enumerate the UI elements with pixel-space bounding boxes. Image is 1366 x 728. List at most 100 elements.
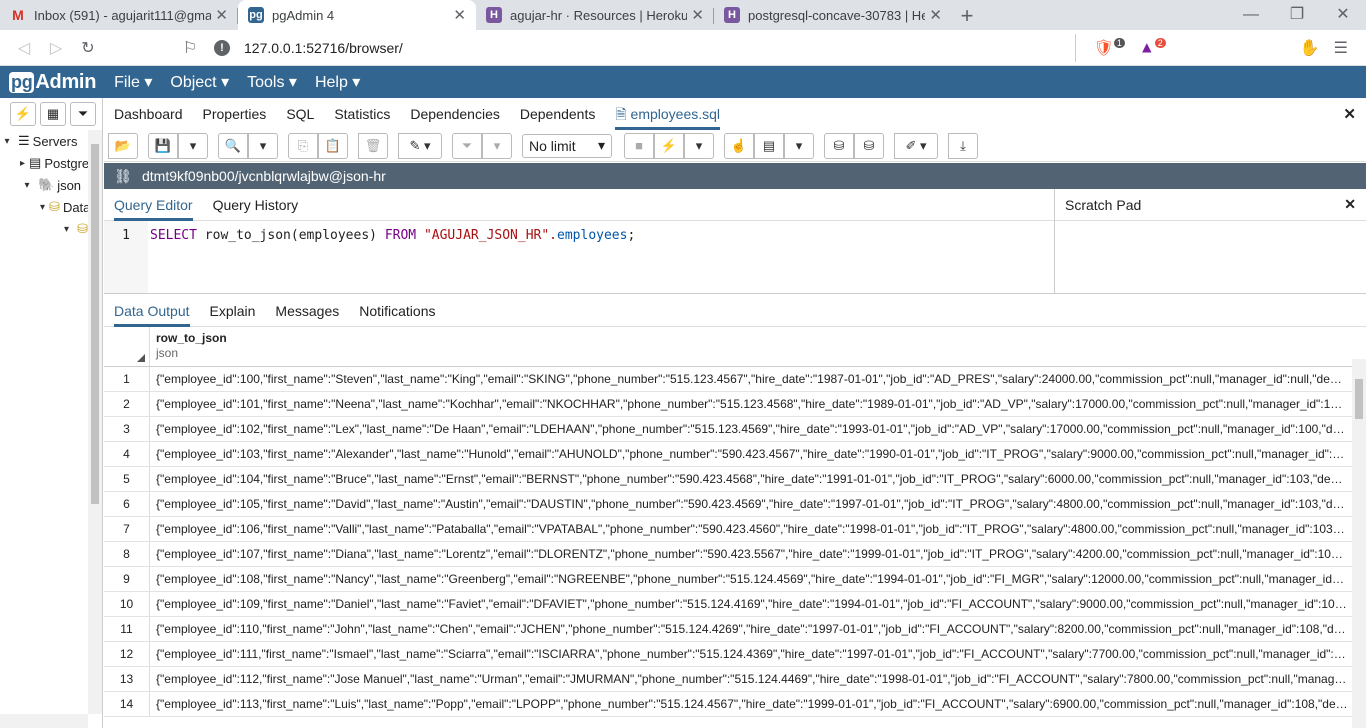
bookmark-icon[interactable]: ⚐ [174,38,206,58]
row-number[interactable]: 2 [104,392,150,416]
select-all-cell[interactable] [104,327,150,366]
tab-properties[interactable]: Properties [203,98,267,130]
info-icon[interactable]: ! [214,39,230,56]
tab-statistics[interactable]: Statistics [334,98,390,130]
find-dropdown-icon[interactable]: ▾ [248,132,278,159]
stop-icon[interactable]: ■ [624,132,654,159]
row-number[interactable]: 11 [104,617,150,641]
table-row[interactable]: 13 {"employee_id":112,"first_name":"Jose … [104,667,1358,692]
close-window-icon[interactable]: ✕ [1320,0,1366,30]
browser-tab-pgadmin[interactable]: pg pgAdmin 4 ✕ [238,0,476,30]
row-number[interactable]: 9 [104,567,150,591]
json-cell[interactable]: {"employee_id":105,"first_name":"David",… [150,492,1358,516]
chevron-down-icon[interactable]: ▾ [0,136,14,147]
tree-item-postgresql[interactable]: ▸ ▤ PostgreSQL [0,152,88,174]
connection-status-icon[interactable]: ⛓ [104,168,142,185]
tree-item-databases[interactable]: ▾ ⛁ Databases [0,196,88,218]
back-icon[interactable]: ◁ [8,38,40,58]
tab-data-output[interactable]: Data Output [114,295,190,327]
tree-horizontal-scrollbar[interactable] [0,714,88,728]
table-row[interactable]: 12 {"employee_id":111,"first_name":"Ismae… [104,642,1358,667]
explain-dropdown-icon[interactable]: ▾ [784,132,814,159]
tab-messages[interactable]: Messages [275,295,339,327]
query-tool-icon[interactable]: ⚡ [10,102,36,126]
url-field[interactable]: ! 127.0.0.1:52716/browser/ [214,33,1076,62]
json-cell[interactable]: {"employee_id":111,"first_name":"Ismael"… [150,642,1358,666]
table-row[interactable]: 4 {"employee_id":103,"first_name":"Alexan… [104,442,1358,467]
close-tab-icon[interactable]: ✕ [691,6,704,24]
tree-item-servers[interactable]: ▾ ☰ Servers [0,130,88,152]
filter-icon[interactable]: ⏷ [452,132,482,159]
tab-dashboard[interactable]: Dashboard [114,98,183,130]
clear-icon[interactable]: ✐ ▾ [894,132,938,159]
close-tab-icon[interactable]: ✕ [929,6,942,24]
brave-shield-icon[interactable]: 🛡 1 [1094,38,1125,58]
paste-icon[interactable]: 📋 [318,132,348,159]
tab-explain[interactable]: Explain [210,295,256,327]
tab-employees-sql[interactable]: 🗎 employees.sql [615,98,721,130]
row-number[interactable]: 6 [104,492,150,516]
filter-icon[interactable]: ⏷ [70,102,96,126]
table-row[interactable]: 1 {"employee_id":100,"first_name":"Steven… [104,367,1358,392]
table-row[interactable]: 10 {"employee_id":109,"first_name":"Danie… [104,592,1358,617]
close-tab-icon[interactable]: ✕ [215,6,228,24]
tree-vertical-scrollbar[interactable] [88,130,102,714]
delete-icon[interactable]: 🗑 [358,132,388,159]
table-row[interactable]: 11 {"employee_id":110,"first_name":"John"… [104,617,1358,642]
row-number[interactable]: 1 [104,367,150,391]
connection-string[interactable]: dtmt9kf09nb00/jvcnblqrwlajbw@json-hr [142,168,386,184]
tree-item-database[interactable]: ▾ ⛁ [0,218,88,240]
table-row[interactable]: 9 {"employee_id":108,"first_name":"Nancy"… [104,567,1358,592]
save-dropdown-icon[interactable]: ▾ [178,132,208,159]
copy-icon[interactable]: ⎘ [288,132,318,159]
view-data-icon[interactable]: ▦ [40,102,66,126]
json-cell[interactable]: {"employee_id":102,"first_name":"Lex","l… [150,417,1358,441]
json-cell[interactable]: {"employee_id":104,"first_name":"Bruce",… [150,467,1358,491]
close-tab-icon[interactable]: ✕ [453,6,466,24]
chevron-down-icon[interactable]: ▾ [40,202,45,213]
close-scratch-icon[interactable]: ✕ [1344,196,1356,213]
rewards-icon[interactable]: ▲ 2 [1139,37,1166,57]
row-number[interactable]: 4 [104,442,150,466]
table-row[interactable]: 14 {"employee_id":113,"first_name":"Luis"… [104,692,1358,717]
save-file-icon[interactable]: 💾 [148,132,178,159]
scroll-thumb[interactable] [1355,379,1363,419]
table-row[interactable]: 3 {"employee_id":102,"first_name":"Lex","… [104,417,1358,442]
maximize-icon[interactable]: ❐ [1274,0,1320,30]
table-row[interactable]: 6 {"employee_id":105,"first_name":"David"… [104,492,1358,517]
row-number[interactable]: 3 [104,417,150,441]
json-cell[interactable]: {"employee_id":107,"first_name":"Diana",… [150,542,1358,566]
row-number[interactable]: 14 [104,692,150,716]
explain-icon[interactable]: ☝ [724,132,754,159]
tab-sql[interactable]: SQL [286,98,314,130]
browser-tab-heroku-resources[interactable]: H agujar-hr · Resources | Heroku ✕ [476,0,714,30]
chevron-down-icon[interactable]: ▾ [60,224,73,235]
column-header[interactable]: row_to_json json [150,327,233,366]
commit-icon[interactable]: ⛁ [824,132,854,159]
open-file-icon[interactable]: 📂 [108,132,138,159]
json-cell[interactable]: {"employee_id":106,"first_name":"Valli",… [150,517,1358,541]
menu-object[interactable]: Object ▾ [170,72,229,92]
code-editor[interactable]: 1 SELECT row_to_json(employees) FROM "AG… [104,221,1054,293]
minimize-icon[interactable]: — [1228,0,1274,30]
execute-dropdown-icon[interactable]: ▾ [684,132,714,159]
json-cell[interactable]: {"employee_id":113,"first_name":"Luis","… [150,692,1358,716]
tab-query-history[interactable]: Query History [213,189,299,221]
forward-icon[interactable]: ▷ [40,38,72,58]
close-panel-icon[interactable]: ✕ [1343,105,1356,123]
grid-vertical-scrollbar[interactable] [1352,359,1366,728]
json-cell[interactable]: {"employee_id":110,"first_name":"John","… [150,617,1358,641]
row-number[interactable]: 12 [104,642,150,666]
menu-help[interactable]: Help ▾ [315,72,360,92]
new-tab-button[interactable]: + [952,2,982,30]
explain-analyze-icon[interactable]: ▤ [754,132,784,159]
tab-dependencies[interactable]: Dependencies [410,98,500,130]
rollback-icon[interactable]: ⛁ [854,132,884,159]
scroll-thumb[interactable] [91,144,99,504]
json-cell[interactable]: {"employee_id":101,"first_name":"Neena",… [150,392,1358,416]
table-row[interactable]: 2 {"employee_id":101,"first_name":"Neena"… [104,392,1358,417]
find-icon[interactable]: 🔍 [218,132,248,159]
json-cell[interactable]: {"employee_id":108,"first_name":"Nancy",… [150,567,1358,591]
row-limit-select[interactable]: No limit ▾ [522,133,612,158]
row-number[interactable]: 13 [104,667,150,691]
